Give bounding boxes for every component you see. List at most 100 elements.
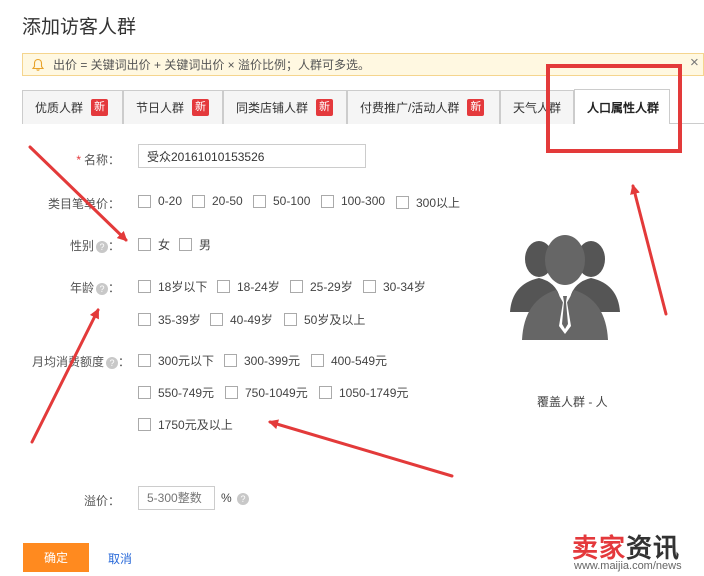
tab-label: 同类店铺人群 <box>236 101 309 115</box>
checkbox[interactable] <box>319 386 332 399</box>
checkbox[interactable] <box>138 313 151 326</box>
tab-label: 节日人群 <box>136 101 185 115</box>
name-label-text: 名称： <box>83 153 120 167</box>
close-icon[interactable]: × <box>690 55 699 71</box>
option-label: 50岁及以上 <box>304 313 366 327</box>
option-label: 1750元及以上 <box>158 418 233 432</box>
checkbox[interactable] <box>253 194 266 208</box>
age-option[interactable]: 30-34岁 <box>363 278 426 295</box>
price-option[interactable]: 20-50 <box>192 194 243 208</box>
option-label: 300元以下 <box>158 354 215 368</box>
age-option[interactable]: 35-39岁 <box>138 311 201 328</box>
spend-option[interactable]: 550-749元 <box>138 384 214 401</box>
checkbox[interactable] <box>138 194 151 208</box>
label-colon: ： <box>107 239 120 253</box>
arrow-to-spend <box>268 419 454 478</box>
help-icon[interactable]: ? <box>95 282 108 295</box>
tab-holiday-crowd[interactable]: 节日人群新 <box>123 90 223 124</box>
dialog-title: 添加访客人群 <box>22 16 137 38</box>
checkbox[interactable] <box>138 354 151 367</box>
checkbox[interactable] <box>138 238 151 251</box>
option-label: 20-50 <box>212 194 243 208</box>
monthly-label-text: 月均消费额度 <box>31 355 104 369</box>
tab-paid-promo-crowd[interactable]: 付费推广/活动人群新 <box>347 90 500 124</box>
option-label: 550-749元 <box>158 386 215 400</box>
spend-option[interactable]: 750-1049元 <box>225 384 308 401</box>
help-icon[interactable]: ? <box>237 492 250 505</box>
checkbox[interactable] <box>138 280 151 293</box>
spend-option[interactable]: 300-399元 <box>224 352 300 369</box>
option-label: 50-100 <box>273 194 311 208</box>
tab-quality-crowd[interactable]: 优质人群新 <box>22 90 123 124</box>
checkbox[interactable] <box>192 194 205 208</box>
option-label: 18岁以下 <box>158 280 208 294</box>
option-label: 300以上 <box>416 196 461 210</box>
option-label: 女 <box>158 238 171 252</box>
unit-text: % <box>221 491 232 505</box>
spend-option[interactable]: 300元以下 <box>138 352 214 369</box>
premium-input[interactable] <box>138 486 215 510</box>
notice-bar: 出价 = 关键词出价 + 关键词出价 × 溢价比例；人群可多选。 <box>22 53 704 76</box>
option-label: 1050-1749元 <box>339 386 409 400</box>
tab-label: 优质人群 <box>35 101 84 115</box>
age-option[interactable]: 18-24岁 <box>217 278 280 295</box>
checkbox[interactable] <box>396 196 409 209</box>
checkbox[interactable] <box>210 313 223 326</box>
price-option[interactable]: 300以上 <box>396 194 460 211</box>
price-option[interactable]: 50-100 <box>253 194 310 208</box>
checkbox[interactable] <box>321 194 334 208</box>
option-label: 750-1049元 <box>245 386 308 400</box>
tab-demographic-crowd[interactable]: 人口属性人群 <box>574 89 670 124</box>
age-option[interactable]: 50岁及以上 <box>284 311 365 328</box>
percent-unit: % ? <box>221 491 250 505</box>
cancel-link[interactable]: 取消 <box>108 550 132 567</box>
checkbox[interactable] <box>138 418 151 431</box>
new-badge: 新 <box>91 99 109 116</box>
age-option[interactable]: 25-29岁 <box>290 278 353 295</box>
help-icon[interactable]: ? <box>105 356 118 369</box>
option-label: 30-34岁 <box>383 280 426 294</box>
crowd-avatar-icon <box>510 235 620 340</box>
checkbox[interactable] <box>363 280 376 293</box>
spend-option[interactable]: 400-549元 <box>311 352 387 369</box>
label-colon: ： <box>107 281 120 295</box>
checkbox[interactable] <box>225 386 238 399</box>
option-label: 25-29岁 <box>310 280 353 294</box>
option-label: 300-399元 <box>244 354 301 368</box>
checkbox[interactable] <box>224 354 237 367</box>
checkbox[interactable] <box>179 238 192 251</box>
spend-option[interactable]: 1750元及以上 <box>138 416 233 433</box>
age-option[interactable]: 18岁以下 <box>138 278 207 295</box>
tab-similar-store-crowd[interactable]: 同类店铺人群新 <box>223 90 347 124</box>
gender-label: 性别?： <box>20 237 120 254</box>
checkbox[interactable] <box>311 354 324 367</box>
tab-label: 天气人群 <box>513 101 562 115</box>
checkbox[interactable] <box>217 280 230 293</box>
spend-option[interactable]: 1050-1749元 <box>319 384 408 401</box>
confirm-button[interactable]: 确定 <box>23 543 89 572</box>
price-option[interactable]: 0-20 <box>138 194 182 208</box>
tab-label: 人口属性人群 <box>587 100 660 115</box>
help-icon[interactable]: ? <box>95 240 108 253</box>
premium-label: 溢价： <box>83 494 120 508</box>
name-label: * 名称： <box>20 151 120 168</box>
age-label: 年龄?： <box>20 279 120 296</box>
age-option[interactable]: 40-49岁 <box>210 311 273 328</box>
option-label: 0-20 <box>158 194 183 208</box>
gender-label-text: 性别 <box>69 239 94 253</box>
name-input[interactable] <box>138 144 366 168</box>
new-badge: 新 <box>467 99 485 116</box>
option-label: 18-24岁 <box>237 280 280 294</box>
gender-option[interactable]: 女 <box>138 236 170 253</box>
tab-bar: 优质人群新 节日人群新 同类店铺人群新 付费推广/活动人群新 天气人群 人口属性… <box>22 88 704 124</box>
tab-label: 付费推广/活动人群 <box>360 101 460 115</box>
checkbox[interactable] <box>290 280 303 293</box>
checkbox[interactable] <box>138 386 151 399</box>
checkbox[interactable] <box>284 313 297 326</box>
arrow-to-tab <box>630 184 668 316</box>
gender-option[interactable]: 男 <box>179 236 211 253</box>
price-option[interactable]: 100-300 <box>321 194 385 208</box>
tab-weather-crowd[interactable]: 天气人群 <box>500 90 574 124</box>
age-label-text: 年龄 <box>69 281 94 295</box>
arrow-to-age <box>30 308 100 444</box>
